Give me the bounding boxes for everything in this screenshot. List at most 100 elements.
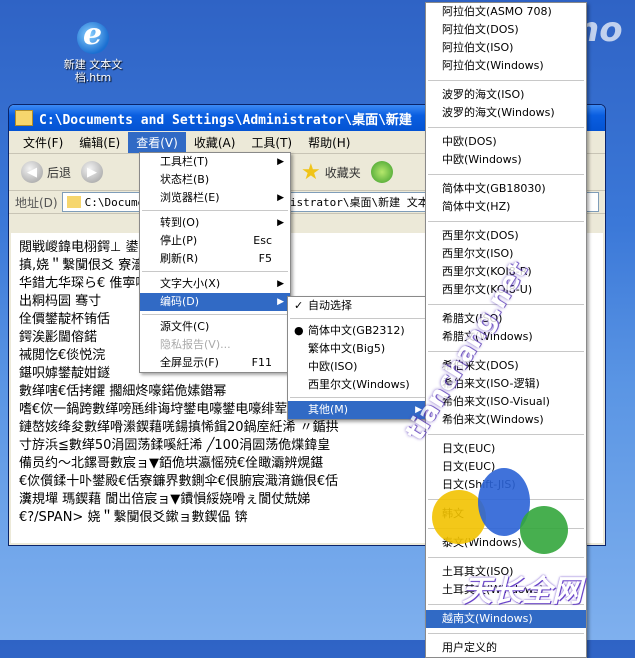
- forward-button[interactable]: ▶: [81, 161, 107, 183]
- menu-tools[interactable]: 工具(T): [243, 132, 300, 153]
- shortcut-label: F5: [258, 252, 272, 265]
- menu-item-label: 阿拉伯文(ISO): [442, 41, 514, 54]
- menu-separator: [142, 210, 288, 211]
- desktop-icon-label-1: 新建 文本文: [63, 58, 123, 71]
- view_menu-item[interactable]: 转到(O) ▶: [140, 214, 290, 232]
- menu-separator: [428, 127, 584, 128]
- other_menu-item[interactable]: 用户定义的: [426, 639, 586, 657]
- other_menu-item[interactable]: 阿拉伯文(ISO): [426, 39, 586, 57]
- menu-file[interactable]: 文件(F): [15, 132, 71, 153]
- other_menu-item[interactable]: 越南文(Windows): [426, 610, 586, 628]
- internet-explorer-icon: [77, 17, 109, 54]
- other_menu-item[interactable]: 希伯来文(Windows): [426, 411, 586, 429]
- menu-item-label: 隐私报告(V)...: [160, 338, 231, 351]
- menu-item-label: 阿拉伯文(ASMO 708): [442, 5, 552, 18]
- encoding_menu-item[interactable]: 西里尔文(Windows): [288, 376, 428, 394]
- watermark-cn: 天长全网: [462, 574, 582, 609]
- menu-item-label: 用户定义的: [442, 641, 497, 654]
- other_menu-item[interactable]: 阿拉伯文(Windows): [426, 57, 586, 75]
- favorites-button[interactable]: ★ 收藏夹: [301, 160, 361, 185]
- menu-item-label: 源文件(C): [160, 320, 210, 333]
- menu-item-label: 希伯来文(ISO-Visual): [442, 395, 550, 408]
- menu-separator: [428, 557, 584, 558]
- history-icon: [370, 161, 393, 183]
- view_menu-item: 隐私报告(V)...: [140, 336, 290, 354]
- menu-separator: [428, 174, 584, 175]
- menu-separator: [428, 221, 584, 222]
- forward-arrow-icon: ▶: [81, 161, 104, 183]
- page-icon: [66, 196, 81, 208]
- view_menu-item[interactable]: 工具栏(T) ▶: [140, 153, 290, 171]
- menu-separator: [428, 434, 584, 435]
- encoding_menu-item[interactable]: ✓ 自动选择: [288, 297, 428, 315]
- back-label: 后退: [47, 165, 72, 180]
- favorites-label: 收藏夹: [324, 165, 361, 180]
- menu-separator: [428, 633, 584, 634]
- menu-item-label: 中欧(ISO): [308, 360, 358, 373]
- menu-item-label: 西里尔文(Windows): [308, 378, 410, 391]
- menu-item-label: 简体中文(HZ): [442, 200, 511, 213]
- view_menu-item[interactable]: 浏览器栏(E) ▶: [140, 189, 290, 207]
- submenu-arrow-icon: ▶: [277, 218, 284, 228]
- encoding_menu-item[interactable]: 繁体中文(Big5): [288, 340, 428, 358]
- other_menu-item[interactable]: 波罗的海文(Windows): [426, 104, 586, 122]
- menu-item-label: 刷新(R): [160, 252, 199, 265]
- submenu-arrow-icon: ▶: [277, 297, 284, 307]
- view-menu: 工具栏(T) ▶ 状态栏(B) 浏览器栏(E) ▶ 转到(O) ▶ 停止(P) Esc 刷新(R)…: [139, 152, 291, 373]
- menu-item-label: 日文(EUC): [442, 442, 496, 455]
- star-icon: ★: [301, 159, 321, 185]
- menu-separator: [290, 318, 426, 319]
- other_menu-item[interactable]: 简体中文(GB18030): [426, 180, 586, 198]
- window-title: C:\Documents and Settings\Administrator\…: [39, 112, 412, 128]
- menu-item-label: 编码(D): [160, 295, 200, 308]
- folder-icon: [15, 110, 33, 126]
- view_menu-item[interactable]: 文字大小(X) ▶: [140, 275, 290, 293]
- view_menu-item[interactable]: 停止(P) Esc: [140, 232, 290, 250]
- menu-item-label: 波罗的海文(Windows): [442, 106, 555, 119]
- menu-item-label: 阿拉伯文(DOS): [442, 23, 519, 36]
- other_menu-item[interactable]: 简体中文(HZ): [426, 198, 586, 216]
- menu-item-label: 繁体中文(Big5): [308, 342, 386, 355]
- encoding_menu-item[interactable]: 中欧(ISO): [288, 358, 428, 376]
- history-button[interactable]: [370, 161, 393, 183]
- view_menu-item[interactable]: 刷新(R) F5: [140, 250, 290, 268]
- other_menu-item[interactable]: 波罗的海文(ISO): [426, 86, 586, 104]
- menu-edit[interactable]: 编辑(E): [71, 132, 128, 153]
- other_menu-item[interactable]: 希腊文(Windows): [426, 328, 586, 346]
- other_menu-item[interactable]: 阿拉伯文(ASMO 708): [426, 3, 586, 21]
- menu-item-label: 文字大小(X): [160, 277, 221, 290]
- menu-item-label: 阿拉伯文(Windows): [442, 59, 544, 72]
- check-icon: ●: [294, 324, 304, 337]
- submenu-arrow-icon: ▶: [277, 157, 284, 167]
- menu-item-label: 停止(P): [160, 234, 198, 247]
- menu-item-label: 西里尔文(ISO): [442, 247, 514, 260]
- shortcut-label: Esc: [253, 234, 272, 247]
- view_menu-item[interactable]: 编码(D) ▶: [140, 293, 290, 311]
- desktop-file-icon[interactable]: 新建 文本文 档.htm: [58, 17, 128, 84]
- address-label: 地址(D): [15, 195, 58, 210]
- encoding_menu-item[interactable]: ● 简体中文(GB2312): [288, 322, 428, 340]
- other_menu-item[interactable]: 阿拉伯文(DOS): [426, 21, 586, 39]
- menu-separator: [428, 80, 584, 81]
- menu-item-label: 波罗的海文(ISO): [442, 88, 525, 101]
- encoding-submenu: ✓ 自动选择 ● 简体中文(GB2312) 繁体中文(Big5) 中欧(ISO) 西里尔文(…: [287, 296, 429, 420]
- menu-item-label: 西里尔文(DOS): [442, 229, 519, 242]
- other_menu-item[interactable]: 日文(EUC): [426, 440, 586, 458]
- menu-help[interactable]: 帮助(H): [300, 132, 358, 153]
- other_menu-item[interactable]: 中欧(DOS): [426, 133, 586, 151]
- desktop-icon-label-2: 档.htm: [74, 71, 112, 84]
- view_menu-item[interactable]: 状态栏(B): [140, 171, 290, 189]
- menu-item-label: 转到(O): [160, 216, 200, 229]
- menu-separator: [142, 271, 288, 272]
- back-arrow-icon: ◀: [21, 161, 43, 183]
- menu-view[interactable]: 查看(V): [128, 131, 186, 153]
- menu-item-label: 浏览器栏(E): [160, 191, 220, 204]
- menu-favorites[interactable]: 收藏(A): [186, 132, 244, 153]
- menu-item-label: 工具栏(T): [160, 155, 209, 168]
- menu-item-label: 希伯来文(Windows): [442, 413, 544, 426]
- other_menu-item[interactable]: 中欧(Windows): [426, 151, 586, 169]
- back-button[interactable]: ◀ 后退: [21, 161, 71, 183]
- view_menu-item[interactable]: 全屏显示(F) F11: [140, 354, 290, 372]
- other_menu-item[interactable]: 西里尔文(DOS): [426, 227, 586, 245]
- view_menu-item[interactable]: 源文件(C): [140, 318, 290, 336]
